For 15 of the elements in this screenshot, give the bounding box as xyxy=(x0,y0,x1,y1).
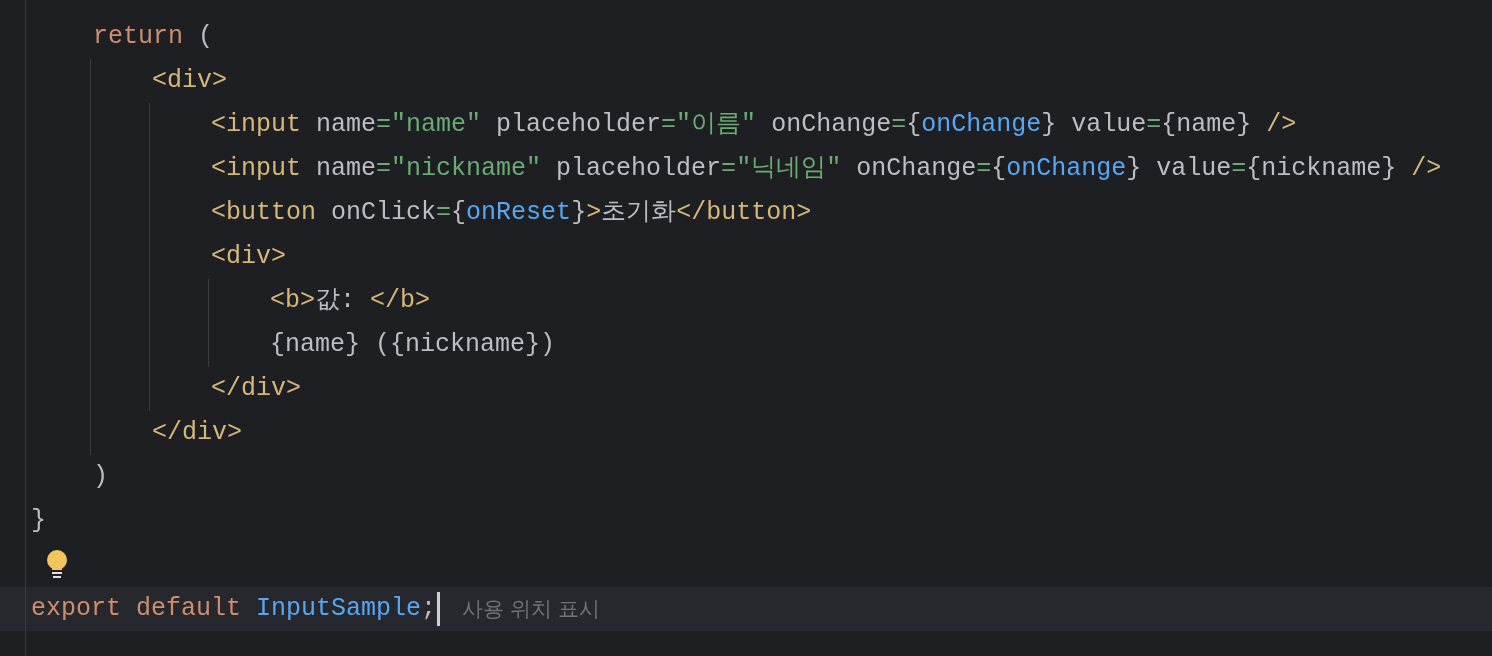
code-line: {name} ({nickname}) xyxy=(270,329,556,362)
usage-hint[interactable]: 사용 위치 표시 xyxy=(462,593,600,625)
code-line: </div> xyxy=(211,373,301,406)
code-line: <div> xyxy=(152,65,227,98)
code-line: <input name="name" placeholder="이름" onChange={onChange} value={name} /> xyxy=(211,109,1297,142)
code-line: } xyxy=(31,505,46,538)
code-line: return ( xyxy=(93,21,214,54)
code-line: <input name="nickname" placeholder="닉네임" onChange={onChange} value={nickname} /> xyxy=(211,153,1442,186)
lightbulb-icon[interactable] xyxy=(46,550,68,580)
code-line: <div> xyxy=(211,241,286,274)
code-line: export default InputSample; xyxy=(31,593,437,626)
code-line: <b>값: </b> xyxy=(270,285,431,318)
code-line: ) xyxy=(93,461,108,494)
code-line: </div> xyxy=(152,417,242,450)
code-line: <button onClick={onReset}>초기화</button> xyxy=(211,197,812,230)
